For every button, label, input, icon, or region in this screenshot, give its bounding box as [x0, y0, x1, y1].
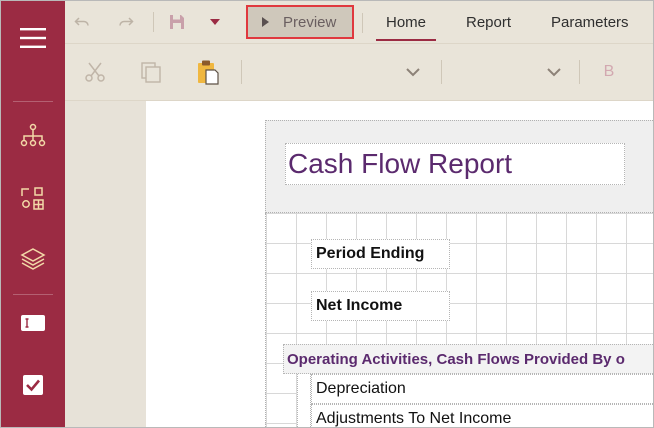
- paste-icon: [198, 60, 219, 85]
- bold-button[interactable]: B: [599, 60, 619, 84]
- copy-icon: [141, 62, 161, 83]
- net-income-label[interactable]: Net Income: [311, 291, 450, 321]
- toolbar-divider: [362, 13, 363, 33]
- cut-button[interactable]: [83, 60, 107, 84]
- font-family-dropdown[interactable]: [403, 62, 423, 82]
- bold-label: B: [603, 63, 615, 80]
- hierarchy-tree-icon: [20, 123, 46, 147]
- checkbox-icon: [23, 375, 43, 395]
- chevron-down-icon: [547, 67, 561, 76]
- chevron-down-icon: [406, 67, 420, 76]
- adjustments-row[interactable]: Adjustments To Net Income: [311, 404, 653, 427]
- preview-button[interactable]: Preview: [246, 5, 354, 39]
- text-field-icon: [21, 315, 45, 331]
- report-designer-window: Preview Home Report Parameters B Cash Fl…: [0, 0, 654, 428]
- save-dropdown-button[interactable]: [205, 12, 225, 32]
- checkbox-button[interactable]: [1, 353, 65, 417]
- tab-parameters[interactable]: Parameters: [551, 1, 629, 43]
- tab-parameters-label: Parameters: [551, 13, 629, 31]
- save-button[interactable]: [167, 12, 187, 32]
- toolbox-button[interactable]: [1, 167, 65, 231]
- toolbar-divider: [441, 60, 442, 84]
- home-toolbar: B: [65, 44, 653, 101]
- undo-icon: [74, 17, 89, 26]
- layers-icon: [20, 248, 46, 270]
- tab-home[interactable]: Home: [375, 1, 437, 43]
- depreciation-row[interactable]: Depreciation: [311, 374, 653, 404]
- text-field-button[interactable]: [1, 291, 65, 355]
- sidebar-divider: [13, 101, 53, 102]
- play-icon: [262, 17, 269, 27]
- toolbar-divider: [579, 60, 580, 84]
- report-explorer-button[interactable]: [1, 103, 65, 167]
- redo-icon: [119, 17, 134, 26]
- font-size-dropdown[interactable]: [544, 62, 564, 82]
- left-sidebar: [1, 1, 65, 427]
- period-ending-label[interactable]: Period Ending: [311, 239, 450, 269]
- save-icon: [170, 15, 184, 29]
- layers-button[interactable]: [1, 227, 65, 291]
- caret-down-icon: [210, 19, 220, 25]
- undo-button[interactable]: [71, 12, 93, 32]
- preview-label: Preview: [283, 13, 337, 31]
- copy-button[interactable]: [139, 60, 163, 84]
- cut-icon: [85, 62, 105, 82]
- tab-report-label: Report: [466, 13, 512, 31]
- menu-button[interactable]: [1, 6, 65, 70]
- toolbox-components-icon: [21, 187, 44, 210]
- tab-report[interactable]: Report: [466, 1, 511, 43]
- indent-column: [297, 374, 311, 427]
- tab-home-label: Home: [386, 13, 427, 31]
- hamburger-menu-icon: [20, 28, 46, 48]
- toolbar-divider: [241, 60, 242, 84]
- redo-button[interactable]: [115, 12, 137, 32]
- operating-activities-section[interactable]: Operating Activities, Cash Flows Provide…: [283, 344, 653, 374]
- paste-button[interactable]: [195, 58, 221, 86]
- report-title[interactable]: Cash Flow Report: [285, 143, 625, 185]
- toolbar-divider: [153, 12, 154, 32]
